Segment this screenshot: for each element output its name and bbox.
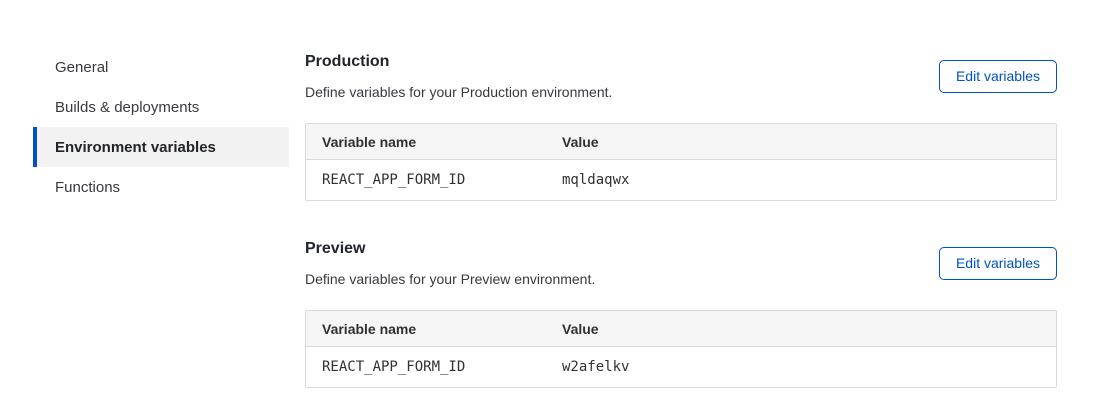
production-variables-table: Variable name Value REACT_APP_FORM_ID mq… <box>305 123 1057 201</box>
preview-section-header: Preview Define variables for your Previe… <box>305 230 1057 289</box>
production-section-header: Production Define variables for your Pro… <box>305 43 1057 102</box>
variable-value-cell: mqldaqwx <box>546 160 1056 200</box>
table-row: REACT_APP_FORM_ID w2afelkv <box>306 347 1056 387</box>
sidebar-item-general[interactable]: General <box>33 47 289 87</box>
production-description: Define variables for your Production env… <box>305 82 612 102</box>
sidebar-item-label: Functions <box>55 179 120 196</box>
settings-page: General Builds & deployments Environment… <box>0 0 1100 420</box>
preview-header-text: Preview Define variables for your Previe… <box>305 238 595 289</box>
preview-section: Preview Define variables for your Previe… <box>305 230 1057 388</box>
table-header-row: Variable name Value <box>306 124 1056 160</box>
sidebar-item-functions[interactable]: Functions <box>33 167 289 207</box>
value-column-header: Value <box>546 124 1056 160</box>
production-edit-variables-button[interactable]: Edit variables <box>939 60 1057 93</box>
production-section: Production Define variables for your Pro… <box>305 43 1057 201</box>
production-title: Production <box>305 51 612 73</box>
variable-name-column-header: Variable name <box>306 124 546 160</box>
sidebar-item-builds-deployments[interactable]: Builds & deployments <box>33 87 289 127</box>
variable-name-cell: REACT_APP_FORM_ID <box>306 160 546 200</box>
variable-name-cell: REACT_APP_FORM_ID <box>306 347 546 387</box>
sidebar-item-label: Builds & deployments <box>55 99 199 116</box>
value-column-header: Value <box>546 311 1056 347</box>
preview-description: Define variables for your Preview enviro… <box>305 269 595 289</box>
preview-title: Preview <box>305 238 595 260</box>
sidebar-item-label: General <box>55 59 108 76</box>
settings-sidebar: General Builds & deployments Environment… <box>33 47 289 207</box>
table-row: REACT_APP_FORM_ID mqldaqwx <box>306 160 1056 200</box>
variable-name-column-header: Variable name <box>306 311 546 347</box>
variable-value-cell: w2afelkv <box>546 347 1056 387</box>
table-header-row: Variable name Value <box>306 311 1056 347</box>
sidebar-item-environment-variables[interactable]: Environment variables <box>33 127 289 167</box>
settings-content: Production Define variables for your Pro… <box>305 43 1057 388</box>
preview-edit-variables-button[interactable]: Edit variables <box>939 247 1057 280</box>
production-header-text: Production Define variables for your Pro… <box>305 51 612 102</box>
preview-variables-table: Variable name Value REACT_APP_FORM_ID w2… <box>305 310 1057 388</box>
sidebar-item-label: Environment variables <box>55 139 216 156</box>
